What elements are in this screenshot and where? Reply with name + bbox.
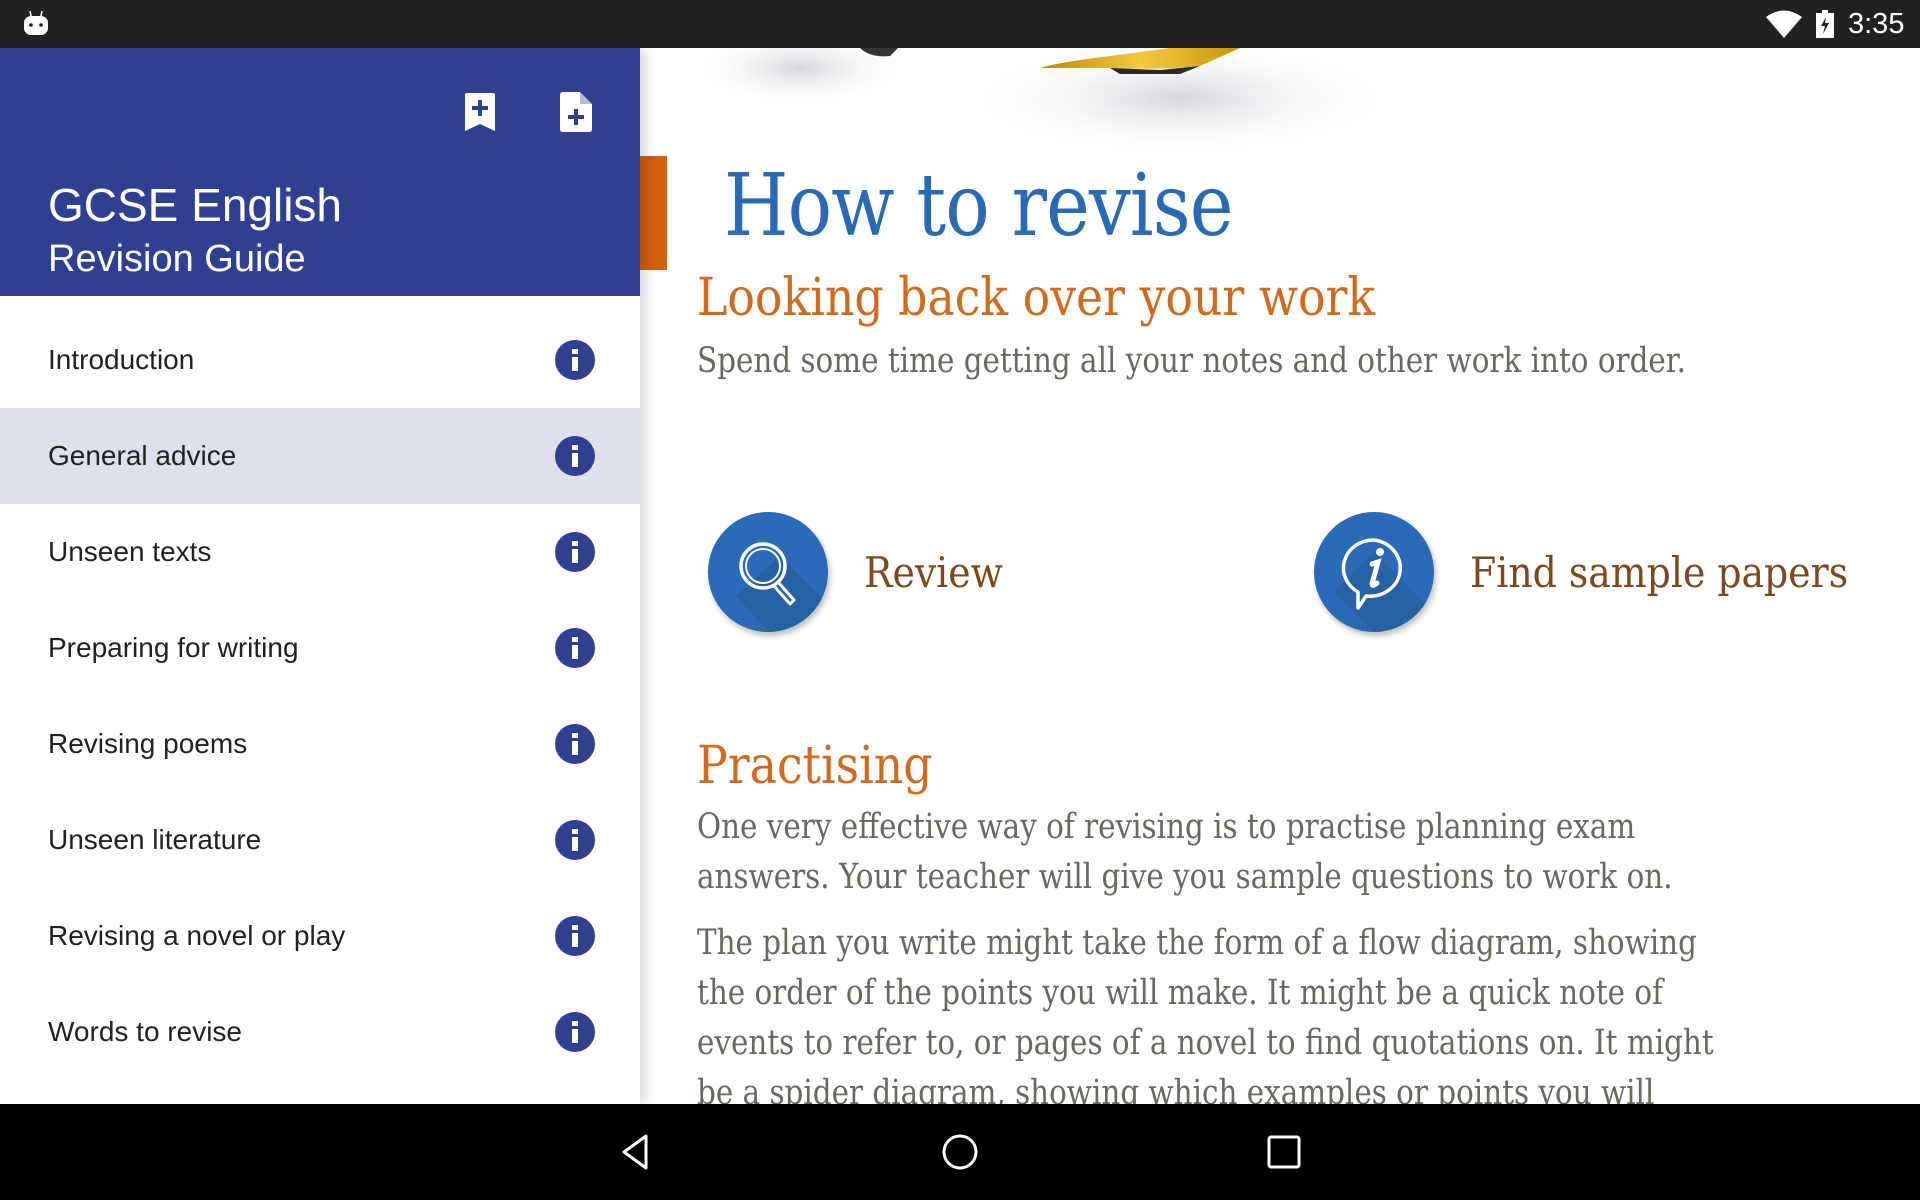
info-speech-bubble-icon	[1341, 538, 1402, 610]
paragraph-line: be a spider diagram, showing which examp…	[697, 1073, 1655, 1104]
section-paragraph: The plan you write might take the form o…	[697, 918, 1739, 1104]
article-content[interactable]: How to revise Looking back over your wor…	[640, 48, 1920, 1104]
info-icon[interactable]	[555, 820, 595, 860]
nav-item-label: Unseen texts	[48, 536, 212, 567]
nav-item-preparing-for-writing[interactable]: Preparing for writing	[0, 600, 640, 696]
section-paragraph: One very effective way of revising is to…	[697, 802, 1739, 902]
nav-item-label: Introduction	[48, 344, 195, 375]
info-icon[interactable]	[555, 1012, 595, 1052]
section-heading: Practising	[697, 736, 933, 796]
app-subtitle: Revision Guide	[48, 238, 306, 280]
info-icon[interactable]	[555, 628, 595, 668]
paragraph-line: events to refer to, or pages of a novel …	[697, 1023, 1714, 1063]
page-title: How to revise	[724, 156, 1234, 256]
nav-item-unseen-literature[interactable]: Unseen literature	[0, 792, 640, 888]
find-sample-papers-link[interactable]: Find sample papers	[1314, 508, 1890, 636]
nav-item-introduction[interactable]: Introduction	[0, 312, 640, 408]
app-title: GCSE English	[48, 179, 343, 231]
nav-item-label: Revising poems	[48, 728, 248, 759]
find-sample-papers-label: Find sample papers	[1470, 547, 1849, 597]
search-icon	[739, 542, 796, 606]
nav-item-revising-a-novel-or-play[interactable]: Revising a novel or play	[0, 888, 640, 984]
section-paragraph: Spend some time getting all your notes a…	[697, 336, 1739, 386]
nav-item-label: Revising a novel or play	[48, 920, 346, 951]
nav-item-label: Unseen literature	[48, 824, 262, 855]
paragraph-line: The plan you write might take the form o…	[697, 923, 1697, 963]
nav-item-label: General advice	[48, 440, 237, 471]
nav-item-words-to-revise[interactable]: Words to revise	[0, 984, 640, 1080]
chapter-list: Introduction General advice Unseen texts…	[0, 312, 640, 1080]
info-icon[interactable]	[555, 532, 595, 572]
review-circle	[708, 512, 828, 632]
review-label: Review	[864, 547, 1004, 597]
android-debug-icon	[24, 10, 48, 35]
battery-charging-icon	[1816, 10, 1834, 38]
status-bar: 3:35	[0, 0, 1920, 48]
nav-item-label: Words to revise	[48, 1016, 242, 1047]
nav-item-unseen-texts[interactable]: Unseen texts	[0, 504, 640, 600]
title-accent-bar	[640, 156, 667, 270]
recents-icon[interactable]	[1260, 1128, 1308, 1176]
section-heading: Looking back over your work	[697, 268, 1376, 328]
paragraph-line: answers. Your teacher will give you samp…	[697, 857, 1673, 897]
add-note-button[interactable]	[552, 88, 600, 136]
info-icon[interactable]	[555, 916, 595, 956]
nav-item-label: Preparing for writing	[48, 632, 299, 663]
clock: 3:35	[1848, 8, 1905, 40]
paragraph-line: Spend some time getting all your notes a…	[697, 341, 1686, 381]
info-icon[interactable]	[555, 436, 595, 476]
info-icon[interactable]	[555, 340, 595, 380]
navigation-drawer: GCSE English Revision Guide Introduction…	[0, 48, 640, 1104]
nav-item-revising-poems[interactable]: Revising poems	[0, 696, 640, 792]
review-link[interactable]: Review	[708, 508, 1018, 636]
add-bookmark-button[interactable]	[456, 88, 504, 136]
note-add-icon	[560, 92, 592, 132]
info-icon[interactable]	[555, 724, 595, 764]
system-navigation-bar	[0, 1104, 1920, 1200]
nav-item-general-advice[interactable]: General advice	[0, 408, 640, 504]
drawer-header: GCSE English Revision Guide	[0, 48, 640, 296]
paragraph-line: the order of the points you will make. I…	[697, 973, 1663, 1013]
paragraph-line: One very effective way of revising is to…	[697, 807, 1636, 847]
pen-header-image	[690, 48, 1400, 158]
home-icon[interactable]	[936, 1128, 984, 1176]
sample-papers-circle	[1314, 512, 1434, 632]
back-icon[interactable]	[612, 1128, 660, 1176]
bookmark-add-icon	[465, 93, 495, 131]
wifi-icon	[1766, 10, 1802, 38]
